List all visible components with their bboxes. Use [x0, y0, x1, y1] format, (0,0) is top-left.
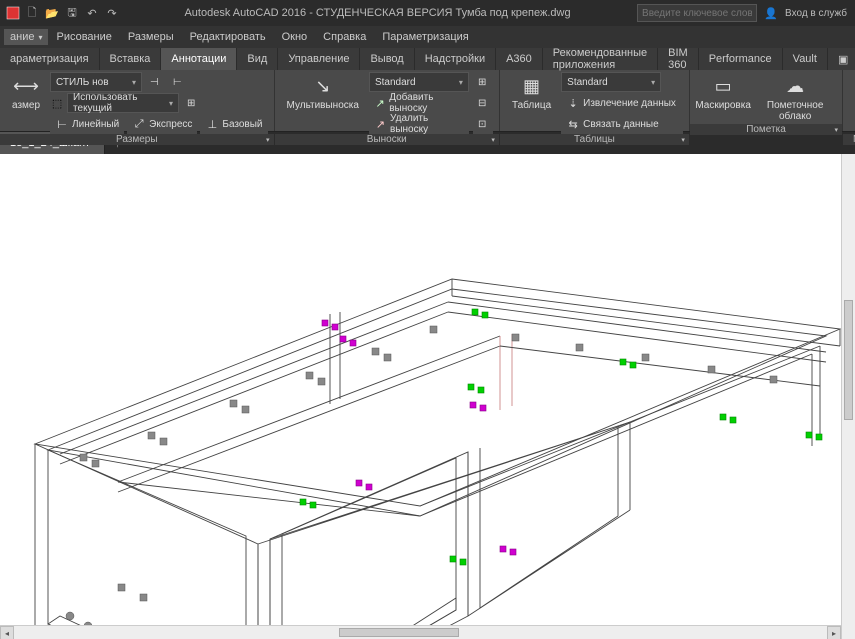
tab-vault[interactable]: Vault: [783, 48, 828, 70]
base-icon: ⊥: [205, 117, 219, 131]
panel-markup[interactable]: Пометка: [690, 124, 842, 135]
menu-draw[interactable]: Рисование: [48, 28, 119, 46]
add-scale-button[interactable]: ⨹ Добавить текущий масштаб: [849, 72, 855, 132]
express-icon: ⤢: [132, 117, 146, 131]
tab-expand-icon[interactable]: ▣: [828, 48, 855, 70]
signin-icon[interactable]: 👤: [763, 5, 779, 21]
tab-param[interactable]: араметризация: [0, 48, 100, 70]
tab-output[interactable]: Вывод: [360, 48, 414, 70]
dimension-button[interactable]: ⟷ азмер: [6, 72, 46, 113]
qat-save-icon[interactable]: 🖫: [64, 5, 80, 21]
tab-addins[interactable]: Надстройки: [415, 48, 496, 70]
dim-style-combo[interactable]: СТИЛЬ нов: [50, 72, 142, 92]
dim-tool-b[interactable]: ⊢: [168, 72, 188, 92]
tab-featured[interactable]: Рекомендованные приложения: [543, 48, 658, 70]
horizontal-scrollbar[interactable]: ◂ ▸: [0, 625, 841, 639]
signin-label[interactable]: Вход в служб: [785, 8, 847, 19]
leader-tool-c[interactable]: ⊡: [473, 114, 493, 134]
multileader-icon: ↘: [311, 74, 335, 98]
linear-button[interactable]: ⊢Линейный: [50, 114, 124, 134]
tab-view[interactable]: Вид: [237, 48, 278, 70]
tab-performance[interactable]: Performance: [699, 48, 783, 70]
menu-edit[interactable]: Редактировать: [182, 28, 274, 46]
tab-manage[interactable]: Управление: [278, 48, 360, 70]
menu-param[interactable]: Параметризация: [374, 28, 476, 46]
v-scroll-thumb[interactable]: [844, 300, 853, 420]
remove-leader-icon: ↗: [374, 117, 387, 131]
link-data-button[interactable]: ⇆Связать данные: [561, 114, 683, 134]
leader-tool-b[interactable]: ⊟: [473, 93, 493, 113]
panel-leaders[interactable]: Выноски: [275, 134, 499, 145]
table-button[interactable]: ▦ Таблица: [506, 72, 557, 113]
qat-new-icon[interactable]: 🗋: [24, 5, 40, 21]
leader-style-combo[interactable]: Standard: [369, 72, 469, 92]
extract-icon: ⇣: [566, 96, 580, 110]
revcloud-button[interactable]: ☁ Пометочное облако: [754, 72, 836, 124]
qat-open-icon[interactable]: 📂: [44, 5, 60, 21]
table-icon: ▦: [520, 74, 544, 98]
add-leader-button[interactable]: ↗Добавить выноску: [369, 93, 469, 113]
h-scroll-right[interactable]: ▸: [827, 626, 841, 639]
app-title: Autodesk AutoCAD 2016 - СТУДЕНЧЕСКАЯ ВЕР…: [126, 7, 629, 19]
revcloud-icon: ☁: [783, 74, 807, 98]
wipeout-button[interactable]: ▭ Маскировка: [696, 72, 750, 113]
base-button[interactable]: ⊥Базовый: [200, 114, 267, 134]
use-current-combo[interactable]: Использовать текущий: [67, 93, 179, 113]
multileader-button[interactable]: ↘ Мультивыноска: [281, 72, 365, 113]
dimension-icon: ⟷: [14, 74, 38, 98]
vertical-scrollbar[interactable]: [841, 154, 855, 639]
dim-tool-c[interactable]: ⊞: [182, 93, 202, 113]
panel-scaling[interactable]: Масштабирование аннотаций: [843, 134, 855, 145]
tab-a360[interactable]: A360: [496, 48, 543, 70]
drawing-viewport[interactable]: ◂ ▸: [0, 154, 855, 639]
extract-data-button[interactable]: ⇣Извлечение данных: [561, 93, 683, 113]
search-input[interactable]: [637, 4, 757, 22]
link-icon: ⇆: [566, 117, 580, 131]
h-scroll-thumb[interactable]: [339, 628, 459, 637]
express-button[interactable]: ⤢Экспресс: [127, 114, 197, 134]
qat-undo-icon[interactable]: ↶: [84, 5, 100, 21]
tab-insert[interactable]: Вставка: [100, 48, 162, 70]
use-current-icon: ⬚: [50, 96, 64, 110]
panel-dimensions[interactable]: Размеры: [0, 134, 274, 145]
wireframe-model: [0, 154, 855, 639]
tab-annotate[interactable]: Аннотации: [161, 48, 237, 70]
menu-dropdown[interactable]: ание: [4, 29, 48, 45]
add-leader-icon: ↗: [374, 96, 386, 110]
menu-dimensions[interactable]: Размеры: [120, 28, 182, 46]
menu-window[interactable]: Окно: [274, 28, 316, 46]
linear-icon: ⊢: [55, 117, 69, 131]
table-style-combo[interactable]: Standard: [561, 72, 661, 92]
app-icon: [6, 6, 20, 20]
ribbon-tabs: араметризация Вставка Аннотации Вид Упра…: [0, 48, 855, 70]
h-scroll-left[interactable]: ◂: [0, 626, 14, 639]
remove-leader-button[interactable]: ↗Удалить выноску: [369, 114, 469, 134]
menu-help[interactable]: Справка: [315, 28, 374, 46]
panel-tables[interactable]: Таблицы: [500, 134, 689, 145]
qat-redo-icon[interactable]: ↷: [104, 5, 120, 21]
leader-tool-a[interactable]: ⊞: [473, 72, 493, 92]
dim-tool-a[interactable]: ⊣: [145, 72, 165, 92]
wipeout-icon: ▭: [711, 74, 735, 98]
tab-bim360[interactable]: BIM 360: [658, 48, 699, 70]
